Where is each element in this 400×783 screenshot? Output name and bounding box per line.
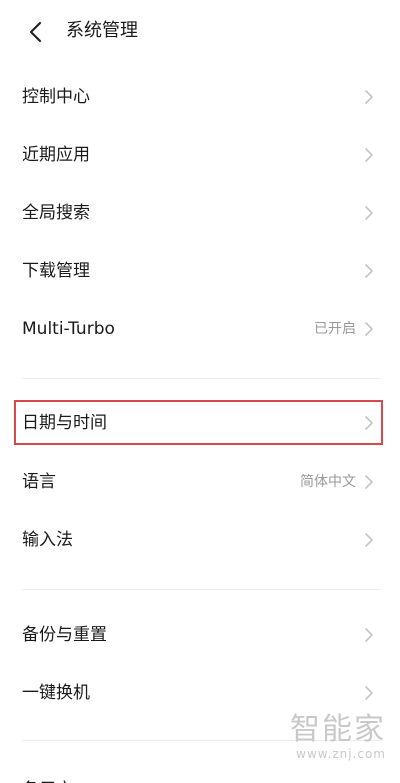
page-title: 系统管理: [66, 20, 138, 41]
section-divider: [22, 378, 380, 379]
menu-item-recent-apps[interactable]: 近期应用: [0, 127, 400, 183]
menu-item-label: 下载管理: [22, 261, 90, 281]
menu-item-label: 语言: [22, 472, 56, 492]
menu-item-label: 备用户: [22, 762, 73, 783]
menu-item-input-method[interactable]: 输入法: [0, 512, 400, 568]
menu-item-label: 输入法: [22, 530, 73, 550]
menu-item-value: 简体中文: [300, 474, 356, 490]
back-button[interactable]: [22, 18, 50, 46]
highlight-box: [14, 400, 383, 445]
menu-item-label: 一键换机: [22, 683, 90, 703]
chevron-right-icon: [365, 686, 373, 700]
menu-item-label: 全局搜索: [22, 203, 90, 223]
menu-item-label: Multi-Turbo: [22, 319, 115, 339]
menu-item-label: 近期应用: [22, 145, 90, 165]
chevron-right-icon: [365, 90, 373, 104]
chevron-right-icon: [365, 264, 373, 278]
menu-item-global-search[interactable]: 全局搜索: [0, 185, 400, 241]
chevron-right-icon: [365, 322, 373, 336]
menu-item-multi-turbo[interactable]: Multi-Turbo 已开启: [0, 301, 400, 357]
menu-item-label: 控制中心: [22, 87, 90, 107]
menu-item-control-center[interactable]: 控制中心: [0, 69, 400, 125]
watermark: 智能家 www.znj.com: [290, 712, 386, 762]
chevron-left-icon: [29, 21, 42, 43]
chevron-right-icon: [365, 148, 373, 162]
header-bar: 系统管理: [0, 0, 400, 62]
chevron-right-icon: [365, 533, 373, 547]
menu-item-download-manager[interactable]: 下载管理: [0, 243, 400, 299]
menu-item-label: 备份与重置: [22, 625, 107, 645]
chevron-right-icon: [365, 475, 373, 489]
section-divider: [22, 589, 380, 590]
menu-item-backup-reset[interactable]: 备份与重置: [0, 607, 400, 663]
menu-item-partial[interactable]: 备用户: [0, 758, 400, 783]
chevron-right-icon: [365, 206, 373, 220]
menu-item-language[interactable]: 语言 简体中文: [0, 454, 400, 510]
chevron-right-icon: [365, 628, 373, 642]
watermark-logo: 智能家: [290, 712, 386, 747]
watermark-url: www.znj.com: [296, 747, 386, 761]
menu-item-value: 已开启: [314, 321, 356, 337]
